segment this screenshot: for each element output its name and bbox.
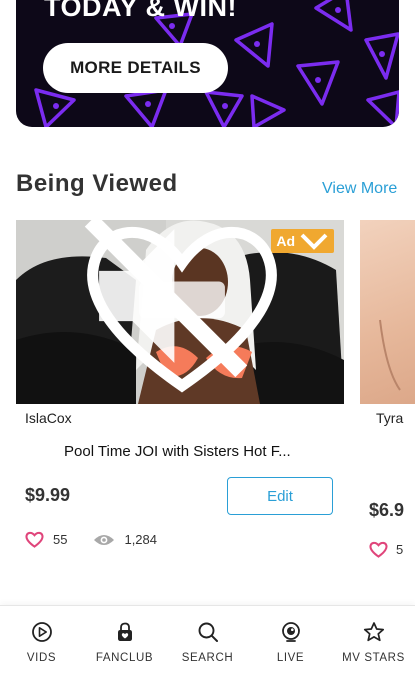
lock-heart-icon [117, 622, 132, 641]
promo-banner[interactable]: TODAY & WIN! MORE DETAILS [16, 0, 399, 127]
promo-title: TODAY & WIN! [44, 0, 238, 22]
live-icon [281, 622, 300, 642]
view-more-link[interactable]: View More [322, 180, 397, 198]
heart-icon [369, 541, 388, 558]
video-card[interactable]: Ad IslaCox Pool Time JOI with Sisters Ho… [16, 220, 344, 580]
likes-count: 55 [53, 532, 68, 547]
eye-icon [94, 534, 115, 545]
nav-item-mv-stars[interactable]: MV STARS [332, 606, 415, 680]
video-price-next: $6.9 [369, 500, 405, 520]
video-stats: 55 1,284 [25, 531, 157, 548]
nav-label-live: LIVE [276, 652, 305, 664]
views-stat: 1,284 [93, 532, 157, 547]
nav-label-search: SEARCH [181, 652, 234, 664]
likes-count-next: 5 [396, 542, 404, 557]
thumbnail-image-next [379, 319, 401, 391]
nav-label-mv-stars: MV STARS [342, 652, 405, 664]
video-thumbnail[interactable]: Ad [16, 220, 344, 404]
views-count: 1,284 [124, 532, 158, 547]
star-icon [363, 622, 384, 642]
video-title[interactable]: Pool Time JOI with Sisters Hot F... [64, 443, 314, 460]
nav-item-fanclub[interactable]: FANCLUB [83, 606, 166, 680]
bottom-nav: VIDS FANCLUB SEARCH LIVE MV STARS [0, 605, 415, 680]
creator-name-next[interactable]: Tyra [376, 410, 403, 426]
mute-icon[interactable] [16, 220, 330, 388]
play-circle-icon [31, 622, 52, 642]
video-price: $9.99 [25, 485, 71, 505]
likes-stat[interactable]: 55 [25, 531, 67, 548]
more-details-button[interactable]: MORE DETAILS [43, 43, 228, 93]
likes-stat-next[interactable]: 5 [369, 541, 403, 558]
nav-item-vids[interactable]: VIDS [0, 606, 83, 680]
heart-icon [25, 531, 44, 548]
nav-item-live[interactable]: LIVE [249, 606, 332, 680]
edit-button[interactable]: Edit [227, 477, 333, 515]
video-thumbnail-next[interactable] [360, 220, 415, 404]
nav-label-vids: VIDS [26, 652, 57, 664]
nav-item-search[interactable]: SEARCH [166, 606, 249, 680]
video-card-next[interactable]: Tyra $6.9 5 [360, 220, 415, 580]
app-screen: TODAY & WIN! MORE DETAILS Being Viewed V… [0, 0, 415, 680]
section-title: Being Viewed [16, 170, 178, 197]
creator-name[interactable]: IslaCox [25, 410, 72, 426]
search-icon [198, 622, 218, 642]
nav-label-fanclub: FANCLUB [95, 652, 154, 664]
